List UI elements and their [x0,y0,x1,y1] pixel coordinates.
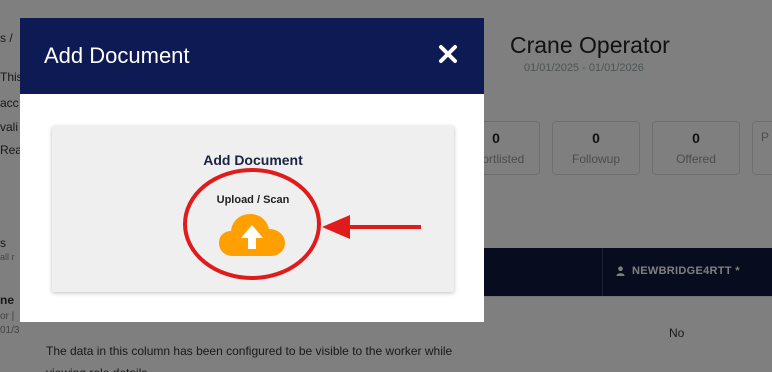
add-document-modal: Add Document Add Document Upload / Scan [20,18,484,322]
modal-header: Add Document [20,18,484,94]
modal-title: Add Document [44,43,190,68]
close-icon[interactable] [436,42,460,66]
cloud-upload-icon[interactable] [219,212,285,258]
upload-card-title: Add Document [203,152,303,168]
upload-scan-label[interactable]: Upload / Scan [52,194,454,206]
upload-card[interactable]: Add Document Upload / Scan [52,126,454,292]
